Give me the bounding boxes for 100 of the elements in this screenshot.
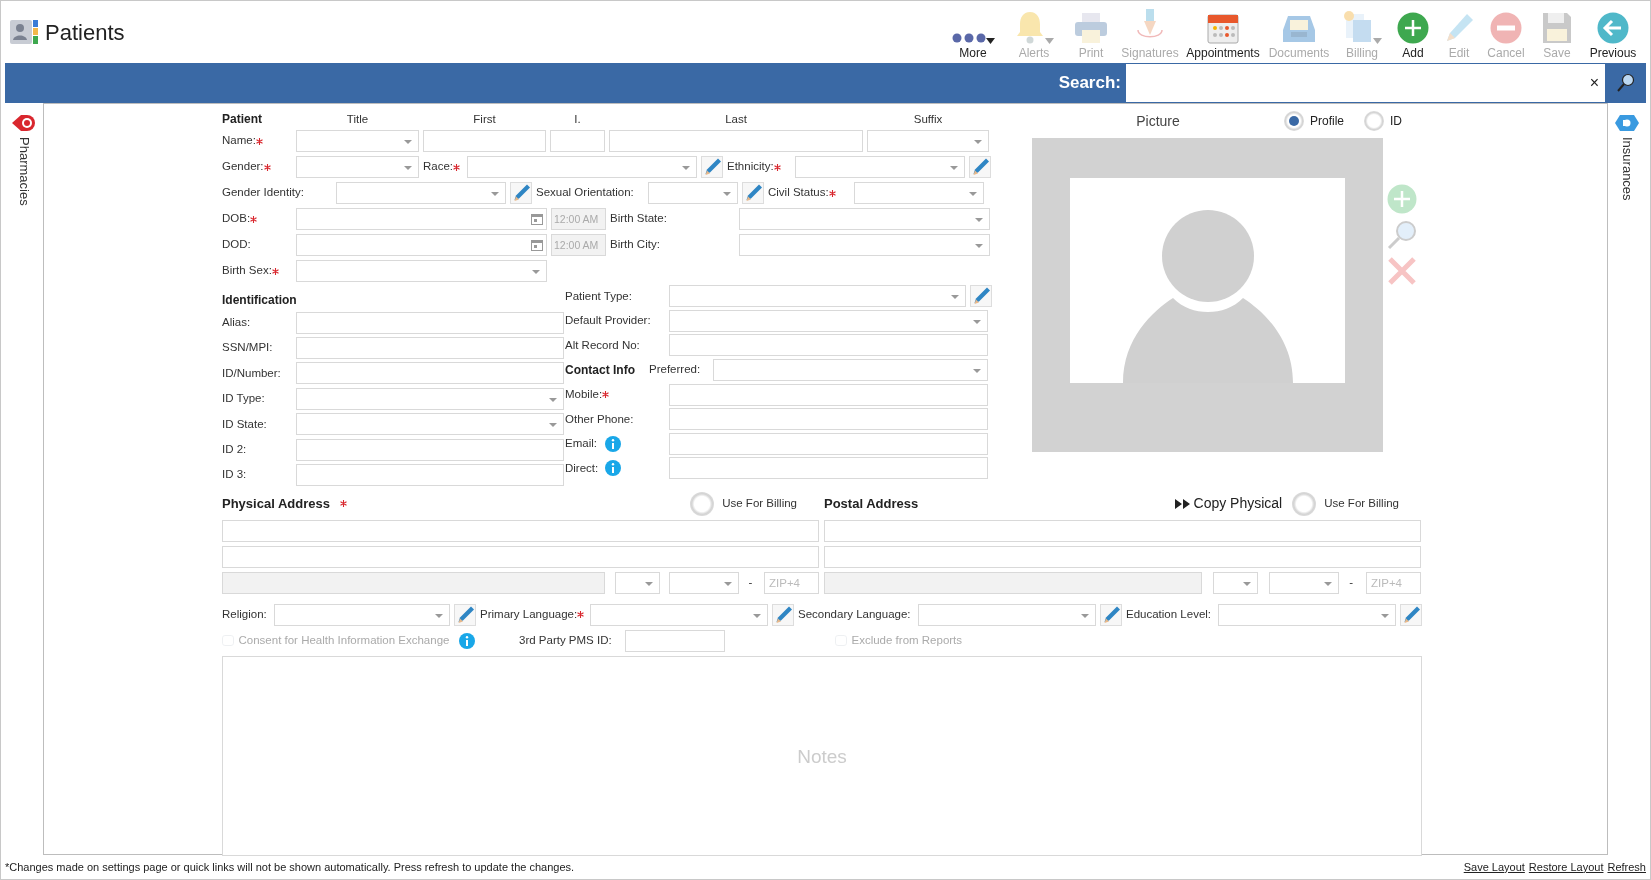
side-tab[interactable]: Pharmacies (14, 137, 34, 206)
dropdown-field[interactable] (296, 387, 564, 410)
required-icon (577, 611, 585, 619)
dropdown-field[interactable] (296, 156, 419, 178)
required-icon (453, 163, 461, 171)
side-tab[interactable]: Insurances (1617, 137, 1637, 201)
dropdown-field[interactable] (296, 260, 547, 282)
plus-icon[interactable] (1387, 184, 1417, 214)
date-field[interactable] (296, 208, 547, 230)
pencil-icon[interactable] (970, 285, 992, 308)
dropdown-field[interactable] (590, 603, 768, 626)
dropdown-field[interactable] (795, 156, 965, 178)
pencil-icon[interactable] (701, 156, 723, 178)
input-field[interactable] (669, 457, 988, 480)
pencil-icon[interactable] (510, 182, 532, 204)
dropdown-field[interactable] (296, 130, 419, 152)
radio-button[interactable] (690, 491, 715, 516)
location-pin-icon (11, 113, 37, 133)
search-icon[interactable] (1617, 73, 1635, 93)
dropdown-field[interactable] (467, 156, 697, 178)
dropdown-field[interactable] (854, 182, 984, 204)
pencil-icon[interactable] (1100, 603, 1122, 626)
field-label: Email: (565, 436, 598, 452)
dropdown-field[interactable] (739, 208, 990, 230)
field-label: Sexual Orientation: (536, 185, 635, 201)
input-field[interactable] (296, 311, 564, 334)
dropdown-field[interactable] (1268, 571, 1339, 594)
input-field[interactable] (669, 383, 988, 406)
pencil-icon[interactable] (1400, 603, 1422, 626)
field-label: ID State: (222, 416, 268, 432)
calendar-icon[interactable] (531, 213, 543, 225)
input-field[interactable]: ZIP+4 (1366, 571, 1421, 594)
input-field[interactable] (222, 519, 819, 542)
input-field[interactable] (222, 545, 819, 568)
dropdown-field[interactable] (669, 571, 739, 594)
pencil-icon[interactable] (742, 182, 764, 204)
dropdown-field[interactable] (669, 309, 988, 332)
input-field[interactable] (625, 629, 725, 652)
required-icon (271, 267, 279, 275)
field-label: Preferred: (649, 362, 702, 378)
dropdown-field[interactable] (648, 182, 738, 204)
info-icon (605, 460, 621, 477)
dropdown-field[interactable] (274, 603, 450, 626)
printer-icon (1074, 12, 1108, 44)
input-field[interactable] (824, 545, 1421, 568)
dropdown-field[interactable] (614, 571, 660, 594)
magnifier-icon[interactable] (1387, 220, 1417, 250)
dropdown-field[interactable] (336, 182, 506, 204)
required-icon (250, 215, 258, 223)
search-label: Search: (1058, 72, 1122, 95)
dropdown-field[interactable] (713, 359, 988, 382)
input-field[interactable] (296, 337, 564, 360)
field-label: Mobile: (565, 386, 665, 404)
footer-link[interactable]: Refresh (1607, 858, 1646, 876)
input-field[interactable] (669, 334, 988, 357)
caret-icon (985, 38, 995, 44)
minus-circle-icon (1490, 12, 1522, 44)
toolbar-button[interactable]: Previous (1584, 6, 1642, 62)
required-icon (255, 137, 263, 145)
clear-button[interactable]: × (1583, 71, 1605, 95)
toolbar-button[interactable]: More (942, 6, 1004, 62)
input-field[interactable] (824, 519, 1421, 542)
pencil-icon[interactable] (969, 156, 991, 178)
input-field[interactable] (423, 130, 546, 152)
input-field[interactable] (669, 408, 988, 431)
input-field[interactable]: ZIP+4 (764, 571, 819, 594)
search-field[interactable]: × (1125, 63, 1606, 103)
input-field[interactable] (550, 130, 605, 152)
toolbar-button[interactable]: Add (1390, 6, 1436, 62)
field-label: DOD: (222, 237, 252, 253)
footer-link[interactable]: Restore Layout (1528, 858, 1604, 876)
input-field[interactable] (669, 432, 988, 455)
radio-button[interactable] (1364, 111, 1384, 131)
date-field[interactable] (296, 234, 547, 256)
picture-title: Picture (1135, 111, 1181, 131)
pencil-icon[interactable] (772, 603, 794, 626)
field-label: ID Type: (222, 391, 266, 407)
dropdown-field[interactable] (1218, 603, 1396, 626)
field-label: Ethnicity: (727, 158, 791, 176)
input-field[interactable] (296, 438, 564, 461)
dropdown-field[interactable] (867, 130, 989, 152)
radio-label: Use For Billing (722, 496, 797, 512)
calendar-icon[interactable] (531, 239, 543, 251)
radio-button[interactable] (1292, 491, 1317, 516)
input-field[interactable] (296, 362, 564, 385)
input-field[interactable] (296, 464, 564, 487)
dropdown-field[interactable] (296, 413, 564, 436)
copy-link[interactable]: Copy Physical (1174, 493, 1283, 515)
info-icon (459, 632, 475, 649)
dropdown-field[interactable] (739, 234, 990, 256)
toolbar-button[interactable]: Appointments (1182, 6, 1264, 62)
radio-button[interactable] (1284, 111, 1304, 131)
close-icon[interactable] (1387, 256, 1417, 286)
input-field[interactable] (609, 130, 863, 152)
pencil-icon[interactable] (454, 603, 476, 626)
checkbox-label: Exclude from Reports (851, 633, 963, 649)
dropdown-field[interactable] (669, 285, 966, 308)
dropdown-field[interactable] (1212, 571, 1258, 594)
dropdown-field[interactable] (918, 603, 1096, 626)
footer-link[interactable]: Save Layout (1463, 858, 1525, 876)
